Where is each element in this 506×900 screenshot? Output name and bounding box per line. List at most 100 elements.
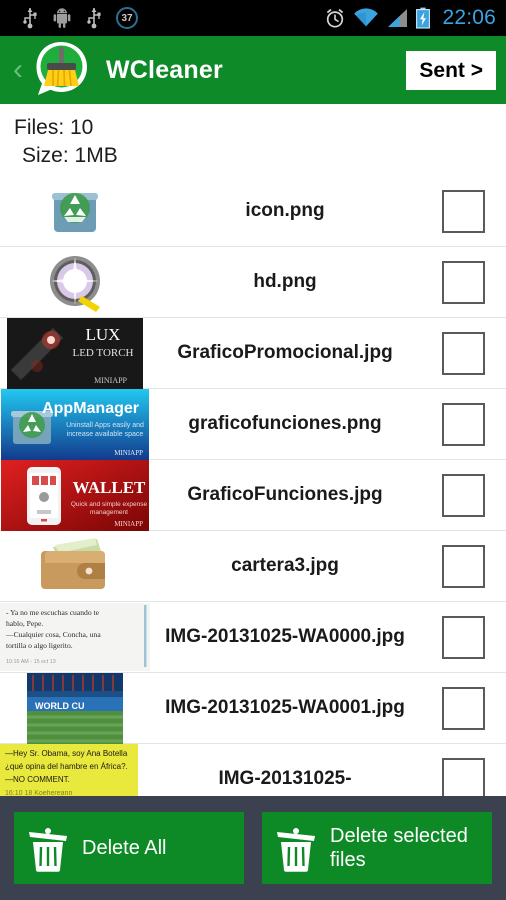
file-checkbox[interactable]	[441, 260, 485, 304]
action-bar: Delete All Delete selected files	[0, 796, 506, 900]
table-row[interactable]: WORLD CU IMG-20131025-WA0001.jpg	[0, 672, 506, 744]
yellow-meme: —Hey Sr. Obama, soy Ana Botella ¿qué opi…	[0, 743, 138, 796]
lux-led-torch-banner: LUX LED TORCH MINIAPP	[7, 317, 143, 389]
thumbnail-row[interactable]: AppManager Uninstall Apps easily and inc…	[0, 388, 506, 460]
checkbox-cell	[420, 473, 506, 517]
file-name: graficofunciones.png	[188, 413, 382, 435]
wallet-title: WALLET	[73, 478, 146, 497]
wallet-banner: WALLET Quick and simple expense manageme…	[1, 459, 149, 531]
checkbox-cell	[420, 686, 506, 730]
thumbnail-cell: WALLET Quick and simple expense manageme…	[0, 459, 150, 531]
file-name: GraficoPromocional.jpg	[177, 342, 393, 364]
table-row[interactable]: cartera3.jpg	[0, 531, 506, 602]
file-name: GraficoFunciones.jpg	[187, 484, 383, 506]
notification-count-badge: 37	[116, 7, 138, 29]
svg-text:—NO COMMENT.: —NO COMMENT.	[5, 775, 70, 784]
file-checkbox[interactable]	[441, 686, 485, 730]
wallet-photo	[41, 538, 105, 589]
checkbox-cell	[420, 544, 506, 588]
svg-text:—Hey Sr. Obama, soy Ana Botell: —Hey Sr. Obama, soy Ana Botella	[5, 749, 128, 758]
table-row[interactable]: hd.png	[0, 247, 506, 318]
file-name: IMG-20131025-WA0000.jpg	[165, 626, 405, 648]
thumbnail-cell	[0, 176, 150, 247]
thumbnail-cell: AppManager Uninstall Apps easily and inc…	[0, 388, 150, 460]
appmanager-title: AppManager	[42, 400, 139, 417]
file-name: cartera3.jpg	[231, 555, 339, 577]
appmanager-banner: AppManager Uninstall Apps easily and inc…	[1, 388, 149, 460]
back-button[interactable]: ‹	[4, 55, 32, 85]
thumbnail-cell	[0, 531, 150, 602]
delete-all-button[interactable]: Delete All	[14, 812, 244, 884]
file-checkbox[interactable]	[441, 402, 485, 446]
file-checkbox[interactable]	[441, 189, 485, 233]
svg-text:10:16 AM - 15 oct 13: 10:16 AM - 15 oct 13	[6, 659, 56, 665]
table-row[interactable]: icon.png	[0, 176, 506, 247]
delete-selected-label: Delete selected files	[330, 825, 468, 871]
text-screenshot: - Ya no me escuchas cuando te hablo, Pep…	[0, 603, 150, 671]
files-count-label: Files: 10	[14, 116, 94, 139]
thumbnail-cell: - Ya no me escuchas cuando te hablo, Pep…	[0, 602, 150, 673]
notification-count-label: 37	[121, 12, 133, 24]
file-list[interactable]: icon.png hd.png LUX LED TORCH MINIAPP Gr…	[0, 176, 506, 796]
table-row[interactable]: WALLET Quick and simple expense manageme…	[0, 459, 506, 531]
svg-text:increase available space: increase available space	[67, 431, 144, 438]
lux-subtitle: LED TORCH	[72, 347, 133, 359]
size-total-label: Size: 1MB	[22, 143, 118, 167]
file-checkbox[interactable]	[441, 544, 485, 588]
status-bar-clock: 22:06	[442, 6, 496, 29]
android-debug-icon	[53, 8, 71, 28]
status-bar-left-icons: 37	[10, 7, 138, 29]
thumbnail-cell: LUX LED TORCH MINIAPP	[0, 317, 150, 389]
signal-icon	[388, 9, 408, 27]
checkbox-cell	[420, 260, 506, 304]
file-name: IMG-20131025-WA0001.jpg	[165, 697, 405, 719]
checkbox-cell	[420, 757, 506, 796]
checkbox-cell	[420, 402, 506, 446]
thumbnail-cell	[0, 247, 150, 318]
delete-all-label: Delete All	[82, 837, 167, 859]
thumbnail-cell: —Hey Sr. Obama, soy Ana Botella ¿qué opi…	[0, 743, 150, 796]
delete-selected-button[interactable]: Delete selected files	[262, 812, 492, 884]
app-title: WCleaner	[106, 55, 223, 84]
sent-button[interactable]: Sent >	[406, 50, 496, 90]
checkbox-cell	[420, 615, 506, 659]
table-row[interactable]: —Hey Sr. Obama, soy Ana Botella ¿qué opi…	[0, 743, 506, 796]
svg-text:Quick and simple expense: Quick and simple expense	[71, 501, 148, 508]
file-checkbox[interactable]	[441, 331, 485, 375]
svg-text:- Ya no me escuchas cuando te: - Ya no me escuchas cuando te	[6, 608, 100, 617]
trash-icon	[277, 828, 315, 872]
usb-icon	[23, 8, 37, 29]
checkbox-cell	[420, 189, 506, 233]
file-checkbox[interactable]	[441, 473, 485, 517]
wcleaner-logo	[36, 42, 87, 95]
trash-icon	[29, 828, 67, 872]
file-name: hd.png	[253, 271, 317, 293]
file-name: icon.png	[245, 200, 325, 222]
svg-text:management: management	[90, 509, 128, 516]
svg-text:Uninstall Apps easily and: Uninstall Apps easily and	[66, 422, 144, 429]
file-checkbox[interactable]	[441, 615, 485, 659]
summary-section: Files: 10 Size: 1MB	[0, 104, 506, 178]
status-bar-right-icons: 22:06	[324, 6, 496, 30]
alarm-icon	[327, 8, 344, 28]
svg-text:MINIAPP: MINIAPP	[114, 520, 143, 528]
lux-title: LUX	[86, 325, 121, 344]
battery-charging-icon	[416, 7, 431, 29]
lux-brand: MINIAPP	[94, 376, 127, 385]
svg-text:—Cualquier cosa, Concha, una: —Cualquier cosa, Concha, una	[5, 630, 101, 639]
status-bar: 37 22:06	[0, 0, 506, 36]
svg-text:tortilla o algo ligerito.: tortilla o algo ligerito.	[6, 641, 73, 650]
file-checkbox[interactable]	[441, 757, 485, 796]
camera-flash-icon	[50, 256, 100, 312]
usb-icon	[87, 8, 101, 29]
thumbnail-cell: WORLD CU	[0, 672, 150, 744]
recycle-bin-icon	[52, 193, 98, 232]
svg-text:MINIAPP: MINIAPP	[114, 449, 143, 457]
stadium-photo: WORLD CU	[27, 672, 123, 744]
table-row[interactable]: LUX LED TORCH MINIAPP GraficoPromocional…	[0, 317, 506, 389]
wifi-icon	[354, 8, 379, 27]
table-row[interactable]: - Ya no me escuchas cuando te hablo, Pep…	[0, 602, 506, 673]
checkbox-cell	[420, 331, 506, 375]
file-name: IMG-20131025-	[218, 768, 352, 790]
svg-text:¿qué opina del hambre en Áfric: ¿qué opina del hambre en África?.	[5, 762, 128, 771]
